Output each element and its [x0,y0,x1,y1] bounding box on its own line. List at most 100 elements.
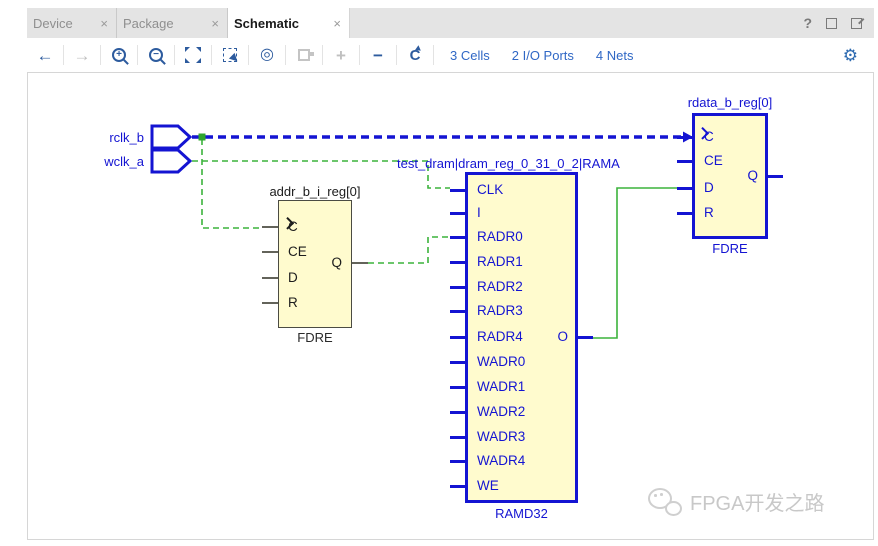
maximize-icon[interactable] [826,18,837,29]
pin-stub-radr2[interactable] [450,286,465,289]
pin-label-ce: CE [704,153,723,168]
collapse-minus-icon: − [373,47,383,64]
pin-label-i: I [477,205,481,220]
pin-label-wadr4: WADR4 [477,453,525,468]
expand-button[interactable]: + [323,42,359,68]
pin-label-o: O [557,329,568,344]
pin-label-wadr2: WADR2 [477,404,525,419]
zoom-fit-button[interactable] [175,42,211,68]
tab-bar: Device × Package × Schematic × ? [27,8,874,39]
cell-addr-b-i-reg[interactable]: CCEDRQ [278,200,352,328]
pin-stub-ce[interactable] [677,160,692,163]
pin-label-q: Q [747,168,758,183]
pin-stub-i[interactable] [450,212,465,215]
zoom-in-button[interactable]: + [101,42,137,68]
regenerate-icon: C [410,48,421,63]
tab-device-label: Device [33,16,73,31]
back-arrow-icon: ← [37,47,54,64]
pin-stub-wadr4[interactable] [450,460,465,463]
cell-ram-title: test_dram|dram_reg_0_31_0_2|RAMA [397,156,620,171]
pin-stub-d[interactable] [677,187,692,190]
toolbar-separator [433,45,434,65]
cell-addr-type-label: FDRE [278,330,352,345]
pin-label-wadr1: WADR1 [477,379,525,394]
zoom-out-button[interactable]: − [138,42,174,68]
autofit-selection-button[interactable]: ◎ [249,42,285,68]
port-wclk-a-label: wclk_a [84,154,144,169]
pin-label-radr4: RADR4 [477,329,523,344]
pin-label-radr1: RADR1 [477,254,523,269]
pin-label-d: D [288,270,298,285]
tab-package-close-icon[interactable]: × [211,16,219,31]
pin-stub-radr3[interactable] [450,310,465,313]
pin-stub-d[interactable] [262,277,278,279]
forward-arrow-icon: → [74,47,91,64]
pin-stub-clk[interactable] [450,189,465,192]
wechat-logo-icon [648,486,682,516]
pin-stub-r[interactable] [677,212,692,215]
expand-cone-icon [298,49,310,61]
pin-stub-q[interactable] [768,175,783,178]
expand-plus-icon: + [336,47,346,64]
tab-package-label: Package [123,16,174,31]
zoom-fit-icon [185,47,201,63]
pin-stub-radr4[interactable] [450,336,465,339]
help-icon[interactable]: ? [803,15,812,31]
pin-label-r: R [704,205,714,220]
pin-stub-o[interactable] [578,336,593,339]
io-ports-count-link[interactable]: 2 I/O Ports [512,48,574,63]
pin-stub-wadr0[interactable] [450,361,465,364]
pin-label-radr2: RADR2 [477,279,523,294]
forward-button[interactable]: → [64,42,100,68]
pin-label-ce: CE [288,244,307,259]
port-rclk-b-label: rclk_b [84,130,144,145]
zoom-in-icon: + [112,48,126,62]
pin-stub-q[interactable] [352,262,368,264]
pin-stub-c[interactable] [262,226,278,228]
pin-label-d: D [704,180,714,195]
expand-cone-button[interactable] [286,42,322,68]
watermark-text: FPGA开发之路 [690,487,824,516]
tab-schematic-close-icon[interactable]: × [333,16,341,31]
pin-label-wadr0: WADR0 [477,354,525,369]
pin-label-radr3: RADR3 [477,303,523,318]
pin-stub-wadr1[interactable] [450,386,465,389]
schematic-toolbar: ← → + − ◎ + − C 3 Cells 2 I/O Ports 4 Ne… [27,38,874,73]
tab-schematic-label: Schematic [234,16,299,31]
pin-label-wadr3: WADR3 [477,429,525,444]
cell-rdata-b-reg[interactable]: CCEDRQ [692,113,768,239]
zoom-out-icon: − [149,48,163,62]
watermark: FPGA开发之路 [648,486,824,516]
pin-label-clk: CLK [477,182,503,197]
cells-count-link[interactable]: 3 Cells [450,48,490,63]
cell-rdata-type-label: FDRE [692,241,768,256]
zoom-to-selection-icon [223,48,237,62]
pin-stub-r[interactable] [262,302,278,304]
nets-count-link[interactable]: 4 Nets [596,48,634,63]
zoom-to-selection-button[interactable] [212,42,248,68]
pin-stub-we[interactable] [450,485,465,488]
pin-stub-radr1[interactable] [450,261,465,264]
pin-stub-radr0[interactable] [450,236,465,239]
pin-label-q: Q [331,255,342,270]
pin-stub-c[interactable] [677,136,692,139]
cell-addr-title: addr_b_i_reg[0] [240,184,390,199]
cell-ram-type-label: RAMD32 [465,506,578,521]
autofit-selection-icon: ◎ [260,47,274,63]
cell-ramd32[interactable]: CLK I RADR0 RADR1 RADR2 RADR3 RADR4 WADR0 WADR1 W… [465,172,578,503]
pin-stub-ce[interactable] [262,251,278,253]
pin-label-we: WE [477,478,499,493]
regenerate-button[interactable]: C [397,42,433,68]
back-button[interactable]: ← [27,42,63,68]
cell-rdata-title: rdata_b_reg[0] [655,95,805,110]
pin-stub-wadr2[interactable] [450,411,465,414]
settings-gear-icon[interactable]: ⚙ [843,47,858,64]
pin-label-radr0: RADR0 [477,229,523,244]
tab-schematic[interactable]: Schematic × [228,8,350,38]
pin-stub-wadr3[interactable] [450,436,465,439]
tab-device[interactable]: Device × [27,8,117,38]
tab-package[interactable]: Package × [117,8,228,38]
tab-device-close-icon[interactable]: × [100,16,108,31]
float-window-icon[interactable] [851,18,862,29]
collapse-button[interactable]: − [360,42,396,68]
